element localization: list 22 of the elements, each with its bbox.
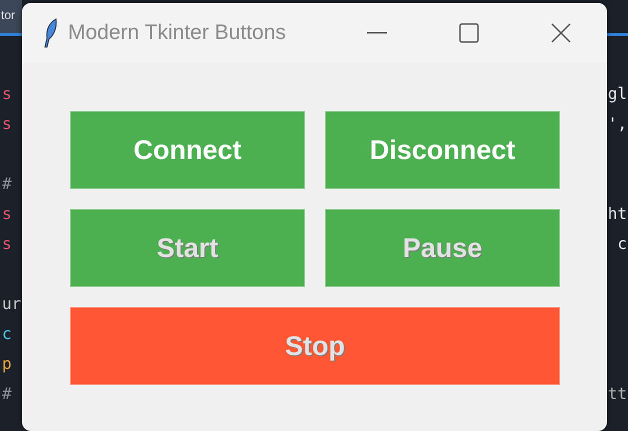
action-button[interactable]: Connect [70,111,305,189]
code-text: s [1,114,12,132]
editor-tab[interactable]: tor [0,0,22,36]
code-text: ur [1,294,22,312]
code-text: c [617,234,628,252]
code-text: s [1,204,12,222]
code-text: # [1,174,12,192]
close-icon [551,23,571,43]
code-text: s [1,234,12,252]
code-text: p [1,354,12,372]
code-text: # [1,384,12,402]
maximize-icon [459,23,479,43]
code-text: tt [608,384,628,402]
feather-icon [44,18,58,48]
minimize-icon [367,32,387,34]
window-title: Modern Tkinter Buttons [68,20,286,46]
code-text: gl [608,84,628,102]
code-text: ', [608,114,628,132]
action-button[interactable]: Disconnect [325,111,560,189]
code-text: ht [608,204,628,222]
code-text: c [1,324,12,342]
code-text: s [1,84,12,102]
